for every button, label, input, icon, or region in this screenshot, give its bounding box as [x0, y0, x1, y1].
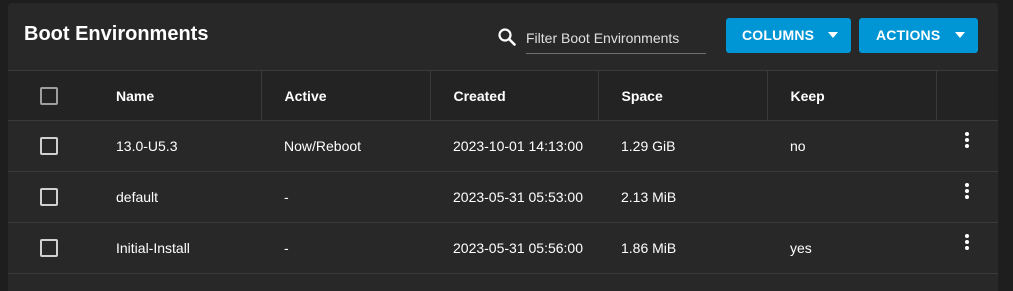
cell-keep: no [767, 120, 936, 172]
cell-created: 2023-05-31 05:56:00 [430, 222, 598, 274]
column-header-menu [935, 70, 998, 121]
search-field [526, 23, 706, 54]
cell-name: Initial-Install [88, 222, 261, 274]
page-title: Boot Environments [24, 23, 209, 45]
column-header-name[interactable]: Name [88, 70, 262, 121]
more-vert-icon[interactable] [936, 121, 998, 171]
columns-button-label: COLUMNS [742, 27, 815, 43]
card-header: Boot Environments COLUMNS ACTIONS [8, 3, 998, 70]
row-checkbox[interactable] [40, 239, 58, 257]
more-vert-icon[interactable] [936, 223, 998, 273]
caret-down-icon [828, 32, 838, 38]
table-row[interactable]: default - 2023-05-31 05:53:00 2.13 MiB [8, 171, 998, 223]
columns-button[interactable]: COLUMNS [726, 18, 851, 53]
table-row[interactable]: Initial-Install - 2023-05-31 05:56:00 1.… [8, 222, 998, 274]
cell-keep: yes [767, 222, 936, 274]
table-header-row: Name Active Created Space Keep [8, 70, 998, 121]
boot-environments-table: Name Active Created Space Keep 13.0-U5.3… [8, 70, 998, 274]
cell-keep [767, 171, 936, 223]
search-input[interactable] [526, 23, 706, 53]
cell-created: 2023-05-31 05:53:00 [430, 171, 598, 223]
cell-active: Now/Reboot [261, 120, 430, 172]
column-header-space[interactable]: Space [597, 70, 768, 121]
cell-name: 13.0-U5.3 [88, 120, 261, 172]
actions-button[interactable]: ACTIONS [859, 18, 978, 53]
cell-space: 1.86 MiB [598, 222, 767, 274]
cell-active: - [261, 222, 430, 274]
row-checkbox[interactable] [40, 137, 58, 155]
column-header-keep[interactable]: Keep [766, 70, 937, 121]
cell-active: - [261, 171, 430, 223]
cell-space: 1.29 GiB [598, 120, 767, 172]
column-header-active[interactable]: Active [260, 70, 431, 121]
caret-down-icon [955, 32, 965, 38]
column-header-created[interactable]: Created [429, 70, 599, 121]
cell-created: 2023-10-01 14:13:00 [430, 120, 598, 172]
header-select-all-cell [8, 70, 88, 121]
search-icon [497, 27, 517, 47]
table-row[interactable]: 13.0-U5.3 Now/Reboot 2023-10-01 14:13:00… [8, 120, 998, 172]
cell-space: 2.13 MiB [598, 171, 767, 223]
actions-button-label: ACTIONS [876, 27, 941, 43]
cell-name: default [88, 171, 261, 223]
more-vert-icon[interactable] [936, 172, 998, 222]
select-all-checkbox[interactable] [40, 86, 58, 105]
boot-environments-card: Boot Environments COLUMNS ACTIONS [8, 3, 998, 291]
row-checkbox[interactable] [40, 188, 58, 206]
